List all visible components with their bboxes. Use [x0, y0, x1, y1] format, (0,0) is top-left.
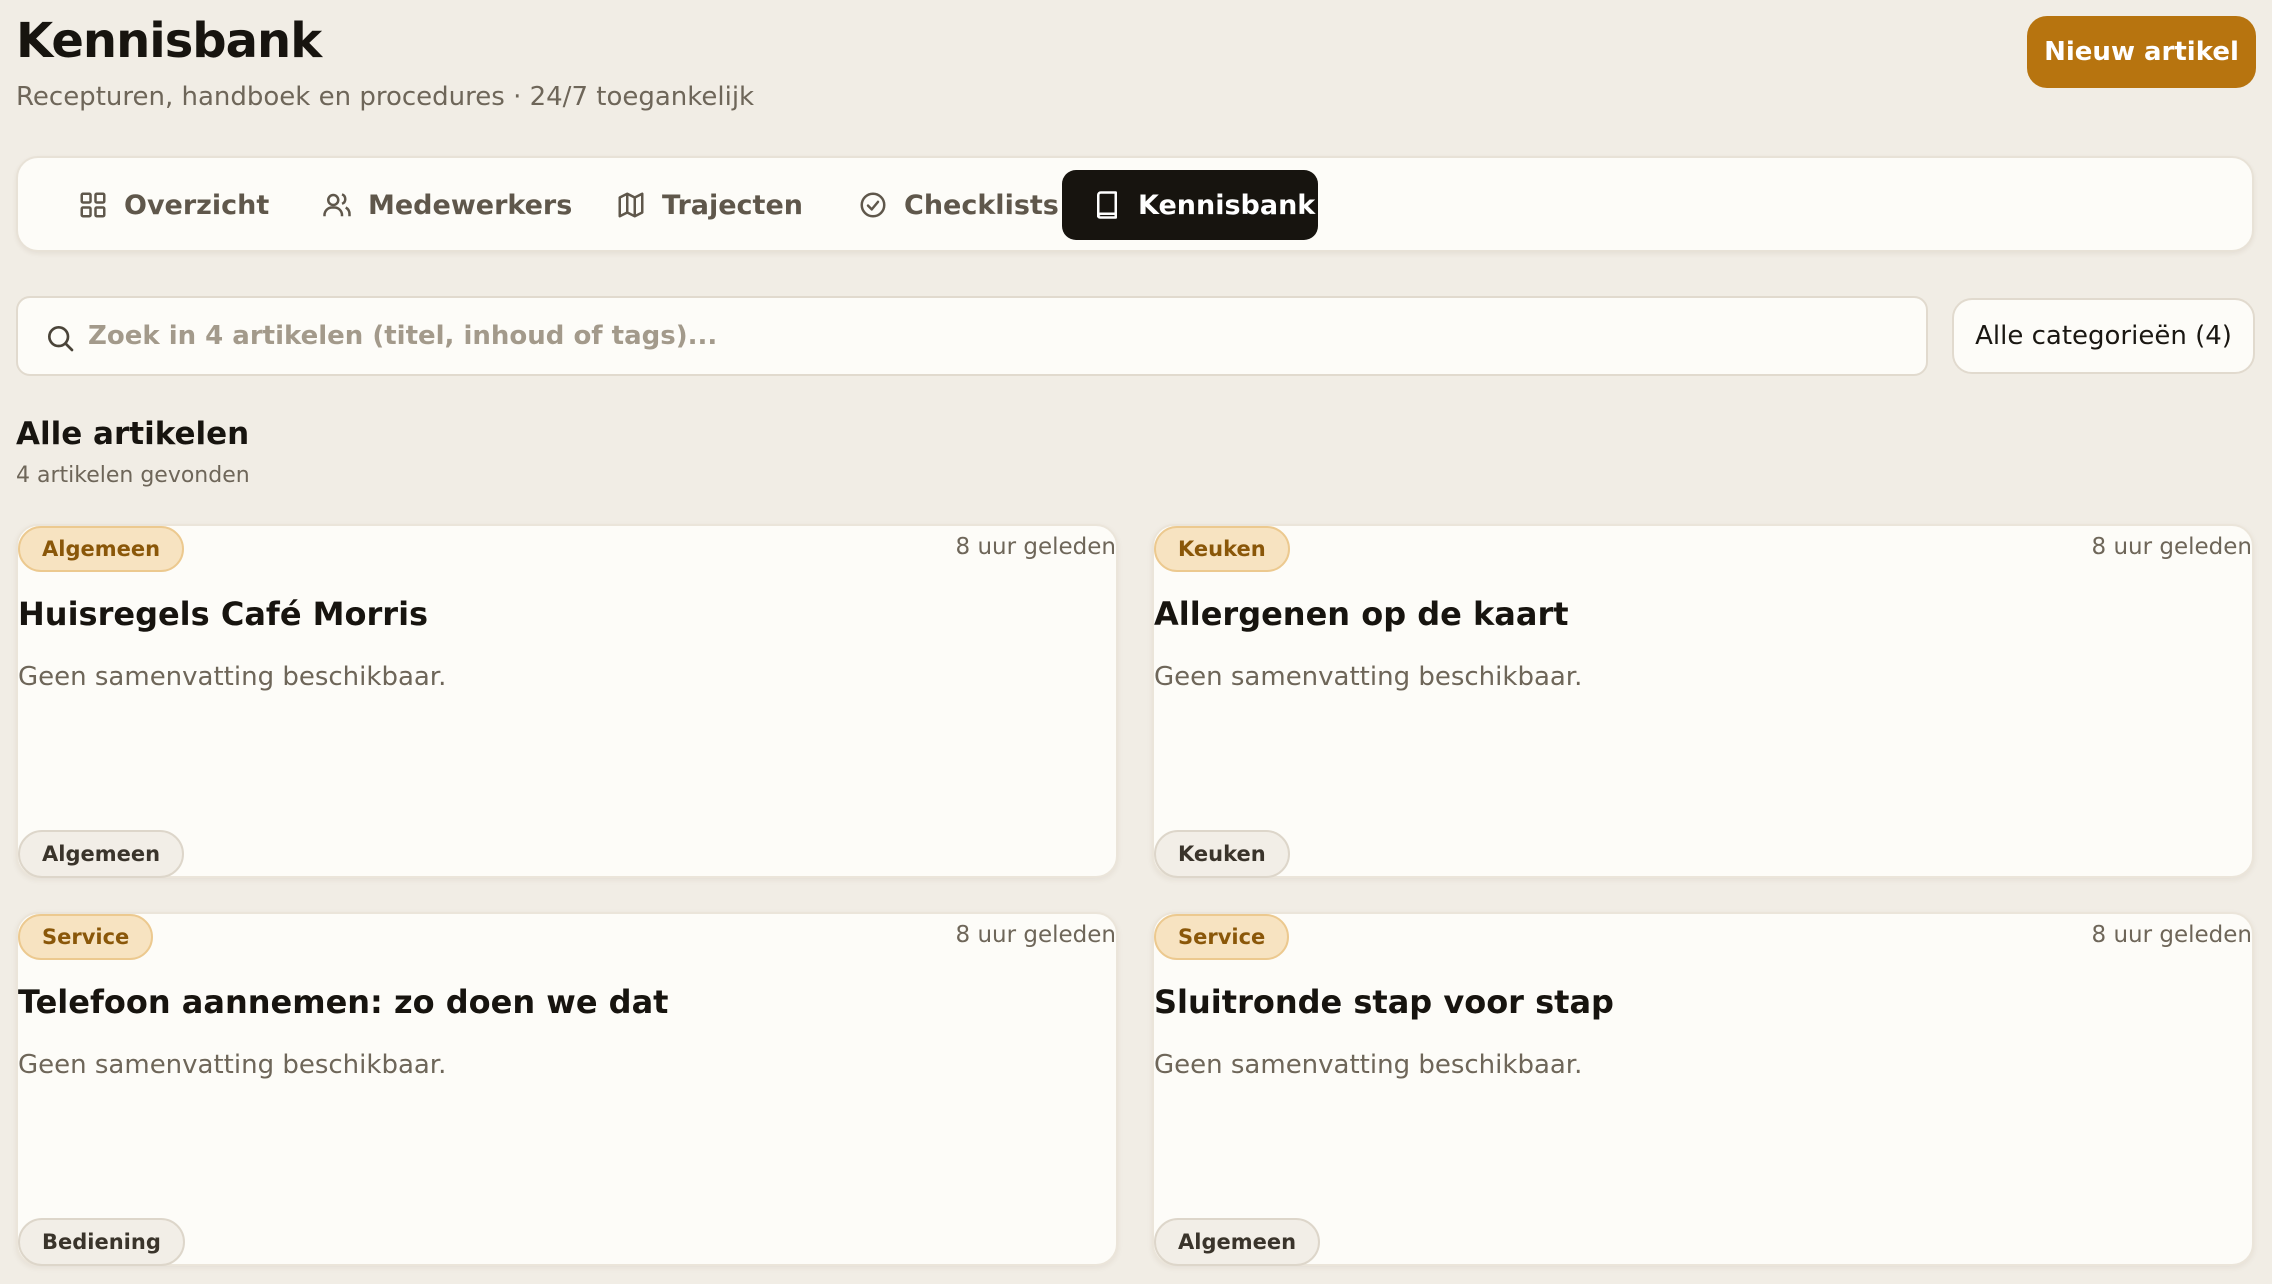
article-time: 8 uur geleden — [955, 922, 1116, 948]
check-circle-icon — [860, 192, 886, 218]
page-title: Kennisbank — [16, 13, 322, 69]
category-badge: Service — [1154, 914, 1290, 960]
tab-overzicht[interactable]: Overzicht — [48, 170, 299, 240]
article-time: 8 uur geleden — [955, 534, 1116, 560]
tab-label: Medewerkers — [368, 189, 573, 221]
search-input[interactable] — [88, 298, 1908, 374]
article-time: 8 uur geleden — [2091, 922, 2252, 948]
article-title: Huisregels Café Morris — [18, 595, 429, 633]
article-summary: Geen samenvatting beschikbaar. — [1154, 1050, 1583, 1080]
tab-label: Checklists — [904, 189, 1059, 221]
article-card[interactable]: Service 8 uur geleden Telefoon aannemen:… — [16, 912, 1118, 1266]
new-article-button[interactable]: Nieuw artikel — [2027, 16, 2256, 88]
article-title: Allergenen op de kaart — [1154, 595, 1569, 633]
category-badge: Service — [18, 914, 154, 960]
page-subtitle: Recepturen, handboek en procedures · 24/… — [16, 82, 755, 112]
result-count: 4 artikelen gevonden — [16, 463, 250, 488]
tab-kennisbank[interactable]: Kennisbank — [1062, 170, 1318, 240]
tab-label: Kennisbank — [1138, 189, 1316, 221]
search-icon — [48, 326, 74, 352]
users-icon — [323, 193, 351, 217]
section-title: Alle artikelen — [16, 416, 250, 452]
article-summary: Geen samenvatting beschikbaar. — [18, 1050, 447, 1080]
book-icon — [1097, 191, 1117, 219]
article-tag[interactable]: Bediening — [18, 1218, 185, 1266]
article-card[interactable]: Algemeen 8 uur geleden Huisregels Café M… — [16, 524, 1118, 878]
search-box — [16, 296, 1928, 376]
tab-label: Overzicht — [124, 189, 270, 221]
article-card[interactable]: Service 8 uur geleden Sluitronde stap vo… — [1152, 912, 2254, 1266]
tab-checklists[interactable]: Checklists — [828, 170, 1089, 240]
article-tag[interactable]: Algemeen — [18, 830, 185, 878]
main-nav: Overzicht Medewerkers Trajecten Checklis… — [16, 156, 2254, 252]
tab-medewerkers[interactable]: Medewerkers — [292, 170, 602, 240]
article-summary: Geen samenvatting beschikbaar. — [18, 662, 447, 692]
page-header: Kennisbank Recepturen, handboek en proce… — [16, 10, 2256, 120]
category-filter-select[interactable]: Alle categorieën (4) — [1952, 298, 2255, 374]
category-badge: Algemeen — [18, 526, 185, 572]
map-icon — [618, 192, 644, 218]
grid-icon — [80, 192, 106, 218]
article-card[interactable]: Keuken 8 uur geleden Allergenen op de ka… — [1152, 524, 2254, 878]
category-badge: Keuken — [1154, 526, 1290, 572]
article-title: Telefoon aannemen: zo doen we dat — [18, 983, 669, 1021]
article-tag[interactable]: Keuken — [1154, 830, 1290, 878]
article-title: Sluitronde stap voor stap — [1154, 983, 1614, 1021]
tab-trajecten[interactable]: Trajecten — [586, 170, 833, 240]
article-tag[interactable]: Algemeen — [1154, 1218, 1321, 1266]
tab-label: Trajecten — [662, 189, 803, 221]
article-time: 8 uur geleden — [2091, 534, 2252, 560]
article-summary: Geen samenvatting beschikbaar. — [1154, 662, 1583, 692]
